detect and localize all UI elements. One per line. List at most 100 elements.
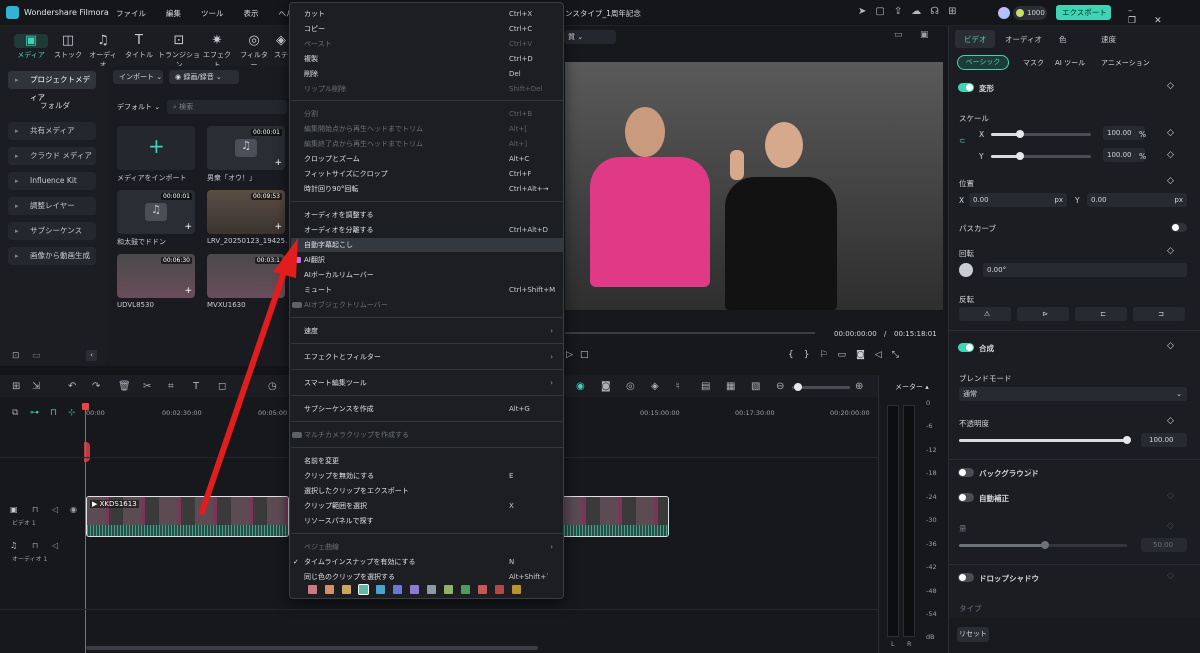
close-icon[interactable]: ✕ — [1154, 16, 1180, 26]
shape-icon[interactable]: ◻ — [218, 381, 226, 392]
color-swatch[interactable] — [444, 585, 453, 594]
keyframe-icon[interactable]: ◇ — [1167, 571, 1174, 581]
add-icon[interactable]: + — [274, 222, 282, 232]
new-folder-icon[interactable]: ⊡ — [12, 351, 20, 361]
timeline-scrollbar[interactable] — [86, 646, 538, 650]
upload-icon[interactable]: ⇪ — [894, 6, 911, 17]
scale-x-slider[interactable] — [991, 130, 1091, 138]
color-swatch[interactable] — [308, 585, 317, 594]
keyframe-icon[interactable]: ◇ — [1167, 491, 1174, 501]
keyframe-icon[interactable]: ◇ — [1167, 150, 1174, 160]
media-item[interactable]: 00:09:53 + — [207, 190, 285, 234]
tab-stock[interactable]: ◫ ストック — [51, 34, 85, 60]
color-swatch[interactable] — [342, 585, 351, 594]
tab-speed[interactable]: 速度 — [1101, 34, 1116, 45]
color-swatch[interactable] — [358, 584, 369, 595]
sidebar-item-influence-kit[interactable]: Influence Kit — [8, 172, 96, 190]
menu-item-smart-edit-tools[interactable]: スマート編集ツール › — [304, 376, 559, 390]
snapshot-icon[interactable]: ▣ — [920, 30, 929, 40]
keyframe-icon[interactable]: ◇ — [1167, 81, 1174, 91]
rotate-left-icon[interactable]: ⊏ — [1075, 307, 1127, 321]
menu-item-find-in-resources[interactable]: リソースパネルで探す — [304, 514, 559, 528]
menu-item-ai-translate[interactable]: AI翻訳 — [296, 253, 559, 267]
sidebar-item-project-media[interactable]: プロジェクトメディア — [8, 71, 96, 102]
menu-edit[interactable]: 編集 — [166, 9, 181, 18]
scale-y-knob[interactable] — [1016, 152, 1024, 160]
menu-item-ripple-delete[interactable]: リップル削除 Shift+Del — [304, 82, 559, 96]
playhead-handle[interactable] — [82, 403, 89, 410]
sidebar-item-image-to-video[interactable]: 画像から動画生成 — [8, 247, 96, 265]
marker-icon[interactable]: ⚐ — [819, 350, 837, 360]
zoom-slider[interactable] — [792, 383, 850, 391]
crop-icon[interactable]: ⌗ — [168, 381, 174, 392]
tab-transitions[interactable]: ⊡ トランジション — [158, 34, 200, 70]
import-button[interactable]: インポート ⌄ — [113, 70, 163, 84]
composite-toggle[interactable] — [958, 343, 974, 352]
eye-icon[interactable]: ◉ — [70, 505, 77, 514]
layout-icon[interactable]: ⊞ — [12, 381, 20, 392]
menu-item-export-selected[interactable]: 選択したクリップをエクスポート — [304, 484, 559, 498]
sidebar-item-cloud-media[interactable]: クラウド メディア — [8, 147, 96, 165]
replace-icon[interactable]: ▦ — [726, 381, 735, 392]
collapse-icon[interactable]: ‹ — [86, 350, 97, 361]
camera-icon[interactable]: ◙ — [856, 350, 875, 360]
keyframe-icon[interactable]: ◇ — [1167, 128, 1174, 138]
position-y-input[interactable]: 0.00 px — [1087, 193, 1187, 207]
scale-y-slider[interactable] — [991, 152, 1091, 160]
cloud-icon[interactable]: ☁ — [911, 6, 930, 17]
add-icon[interactable]: + — [274, 158, 282, 168]
keyframe-icon[interactable]: ◇ — [1167, 416, 1174, 426]
scissors-icon[interactable]: ✂ — [143, 381, 151, 392]
speaker-icon[interactable]: ◁ — [52, 505, 58, 514]
play-icon[interactable]: ▷ — [566, 350, 573, 360]
amount-input[interactable]: 50.00 — [1141, 538, 1187, 552]
menu-item-rename[interactable]: 名前を変更 — [304, 454, 559, 468]
color-swatch[interactable] — [478, 585, 487, 594]
lock-icon[interactable]: ⊓ — [32, 505, 38, 514]
tab-audio[interactable]: オーディオ — [1005, 34, 1042, 45]
media-item[interactable]: 00:00:01 ♫ + — [207, 126, 285, 170]
background-toggle[interactable] — [958, 468, 974, 477]
menu-item-ai-object-remover[interactable]: AIオブジェクトリムーバー — [292, 298, 559, 312]
menu-item-select-range[interactable]: クリップ範囲を選択 X — [304, 499, 559, 513]
speaker-icon[interactable]: ◁ — [52, 541, 58, 550]
menu-item-duplicate[interactable]: 複製 Ctrl+D — [304, 52, 559, 66]
rotate-dial[interactable] — [959, 263, 973, 277]
maximize-icon[interactable]: ❐ — [1128, 16, 1154, 26]
split-screen-icon[interactable]: ▧ — [751, 381, 760, 392]
menu-item-disable-clip[interactable]: クリップを無効にする E — [304, 469, 559, 483]
quality-dropdown[interactable]: 質 ⌄ — [564, 30, 616, 44]
auto-enhance-toggle[interactable] — [958, 493, 974, 502]
send-icon[interactable]: ➤ — [858, 6, 875, 17]
amount-slider[interactable] — [959, 541, 1127, 549]
snapshot-icon[interactable]: ◙ — [601, 381, 611, 392]
record-button[interactable]: ◉ 録画/録音 ⌄ — [169, 70, 239, 84]
add-track-icon[interactable]: ⧉ — [12, 408, 18, 418]
display-icon[interactable]: ▭ — [894, 30, 903, 40]
timeline-clip-tail[interactable] — [564, 496, 669, 537]
video-preview[interactable] — [565, 62, 943, 310]
lock-icon[interactable]: ⊓ — [32, 541, 38, 550]
add-icon[interactable]: + — [184, 286, 192, 296]
keyframe-icon[interactable]: ◇ — [1167, 246, 1174, 256]
sort-dropdown[interactable]: デフォルト ⌄ — [117, 102, 160, 112]
lock-icon[interactable]: ⊂ — [959, 136, 965, 145]
opacity-input[interactable]: 100.00 — [1141, 433, 1187, 447]
subtitle-icon[interactable]: ▤ — [701, 381, 710, 392]
menu-item-copy[interactable]: コピー Ctrl+C — [304, 22, 559, 36]
volume-icon[interactable]: ◁ — [875, 350, 892, 360]
mark-in-icon[interactable]: { — [788, 350, 804, 360]
menu-file[interactable]: ファイル — [116, 9, 146, 18]
menu-item-adjust-audio[interactable]: オーディオを調整する — [304, 208, 559, 222]
media-item[interactable]: 00:00:01 ♫ + — [117, 190, 195, 234]
opacity-slider[interactable] — [959, 436, 1131, 444]
notify-icon[interactable]: ▢ — [875, 6, 893, 17]
flip-horizontal-icon[interactable]: ⚠ — [959, 307, 1011, 321]
menu-item-rotate[interactable]: 時計回り90°回転 Ctrl+Alt+→ — [304, 182, 559, 196]
tab-effects[interactable]: ✷ エフェクト — [200, 34, 234, 70]
menu-item-delete[interactable]: 削除 Del — [304, 67, 559, 81]
help-icon[interactable]: ⓘ — [1027, 468, 1034, 478]
menu-item-create-subsequence[interactable]: サブシーケンスを作成 Alt+G — [304, 402, 559, 416]
export-button[interactable]: エクスポート ⌄ — [1056, 5, 1111, 32]
sidebar-item-adjustment-layer[interactable]: 調整レイヤー — [8, 197, 96, 215]
